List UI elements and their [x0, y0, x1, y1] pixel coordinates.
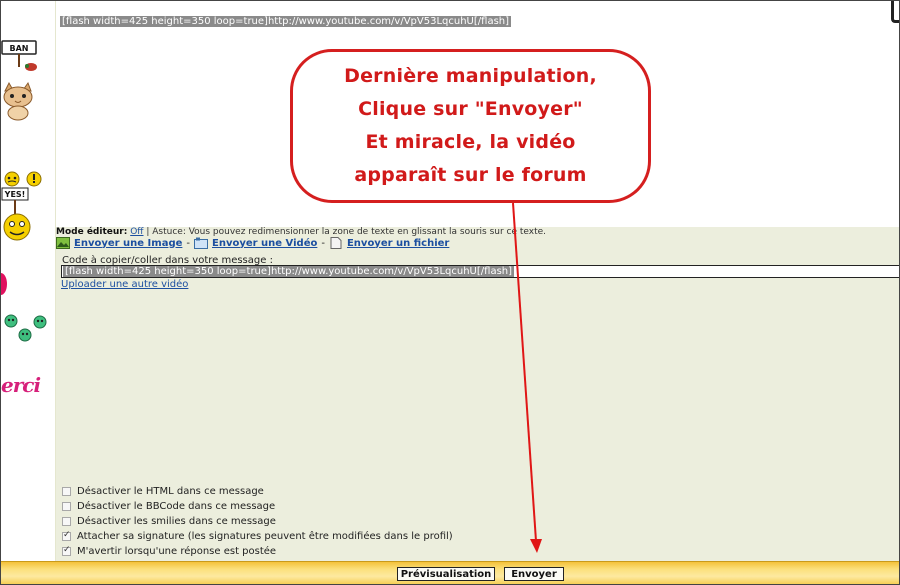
- mode-editor-toggle[interactable]: Off: [130, 227, 143, 237]
- option-label: Attacher sa signature (les signatures pe…: [77, 531, 453, 542]
- yes-sign-text: YES!: [4, 190, 26, 199]
- callout-line: apparaît sur le forum: [354, 164, 587, 186]
- options-panel: Mode éditeur: Off | Astuce: Vous pouvez …: [56, 227, 899, 561]
- editor-selected-text[interactable]: [flash width=425 height=350 loop=true]ht…: [60, 16, 512, 27]
- submit-bar: Prévisualisation Envoyer: [1, 561, 899, 584]
- upload-another-video-link[interactable]: Uploader une autre vidéo: [61, 279, 188, 290]
- merci-text[interactable]: erci: [1, 373, 41, 397]
- option-disable-html[interactable]: Désactiver le HTML dans ce message: [62, 486, 264, 497]
- send-button[interactable]: Envoyer: [504, 567, 564, 581]
- option-disable-bbcode[interactable]: Désactiver le BBCode dans ce message: [62, 501, 275, 512]
- callout-line: Dernière manipulation,: [344, 65, 597, 87]
- mode-editor-line: Mode éditeur: Off | Astuce: Vous pouvez …: [56, 227, 546, 237]
- option-disable-smilies[interactable]: Désactiver les smilies dans ce message: [62, 516, 276, 527]
- ban-sign-text: BAN: [10, 44, 29, 53]
- callout-line: Clique sur "Envoyer": [358, 98, 583, 120]
- preview-button[interactable]: Prévisualisation: [397, 567, 495, 581]
- option-label: M'avertir lorsqu'une réponse est postée: [77, 546, 277, 557]
- file-icon: [329, 237, 343, 249]
- option-label: Désactiver les smilies dans ce message: [77, 516, 276, 527]
- yes-smiley[interactable]: YES!: [1, 187, 37, 246]
- upload-video-link[interactable]: Envoyer une Vidéo: [212, 238, 317, 249]
- code-field[interactable]: [flash width=425 height=350 loop=true]ht…: [61, 265, 899, 278]
- checkbox-disable-smilies[interactable]: [62, 517, 71, 526]
- green-smileys[interactable]: [3, 313, 51, 346]
- upload-image-link[interactable]: Envoyer une Image: [74, 238, 182, 249]
- video-icon: [194, 237, 208, 249]
- callout-line: Et miracle, la vidéo: [365, 131, 576, 153]
- checkbox-disable-html[interactable]: [62, 487, 71, 496]
- instruction-callout: Dernière manipulation, Clique sur "Envoy…: [290, 49, 651, 203]
- checkbox-disable-bbcode[interactable]: [62, 502, 71, 511]
- option-label: Désactiver le BBCode dans ce message: [77, 501, 276, 512]
- smiley-column: BAN YES! erci: [1, 1, 56, 561]
- upload-links: Envoyer une Image - Envoyer une Vidéo - …: [56, 237, 449, 249]
- option-attach-signature[interactable]: Attacher sa signature (les signatures pe…: [62, 530, 453, 542]
- code-field-value[interactable]: [flash width=425 height=350 loop=true]ht…: [63, 266, 515, 277]
- upload-file-link[interactable]: Envoyer un fichier: [347, 238, 449, 249]
- option-label: Désactiver le HTML dans ce message: [77, 486, 264, 497]
- ban-sign-smiley[interactable]: BAN: [1, 39, 41, 80]
- image-icon: [56, 237, 70, 249]
- editor-scrollbar[interactable]: [891, 1, 899, 23]
- cat-smiley[interactable]: [1, 81, 37, 124]
- mode-editor-label: Mode éditeur:: [56, 227, 128, 237]
- mode-editor-tip: | Astuce: Vous pouvez redimensionner la …: [146, 227, 547, 237]
- option-notify-reply[interactable]: M'avertir lorsqu'une réponse est postée: [62, 545, 277, 557]
- upload-separator: -: [186, 237, 190, 249]
- pink-smiley[interactable]: [1, 272, 9, 299]
- checkbox-attach-signature[interactable]: [62, 530, 71, 541]
- upload-separator: -: [321, 237, 325, 249]
- checkbox-notify-reply[interactable]: [62, 545, 71, 556]
- screenshot-frame: BAN YES! erci [flash width=425 height=35…: [0, 0, 900, 585]
